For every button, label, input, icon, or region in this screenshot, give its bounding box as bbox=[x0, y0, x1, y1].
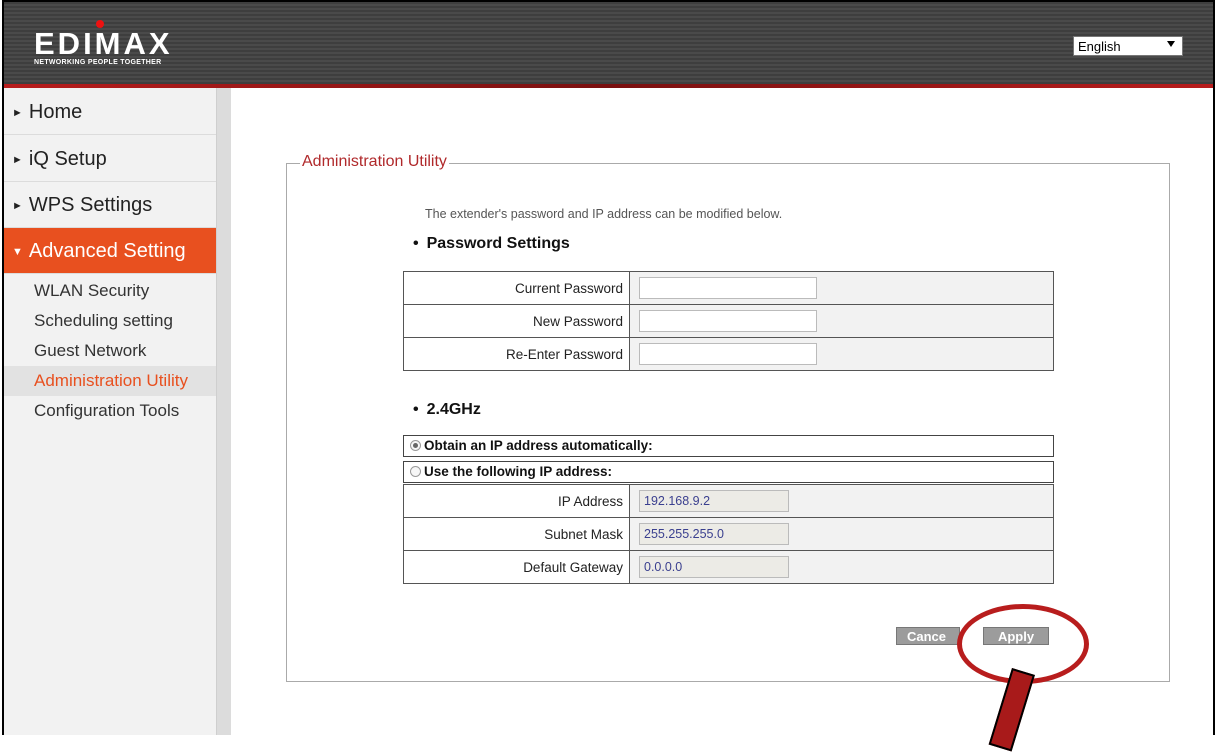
sidebar-item-iq-setup[interactable]: ► iQ Setup bbox=[4, 136, 216, 182]
sidebar-item-label: WPS Settings bbox=[28, 194, 153, 216]
table-row: Re-Enter Password bbox=[403, 337, 1054, 371]
ip-address-input[interactable]: 192.168.9.2 bbox=[639, 490, 789, 512]
table-row: IP Address 192.168.9.2 bbox=[403, 484, 1054, 518]
radio-unchecked-icon[interactable] bbox=[410, 466, 421, 477]
obtain-ip-auto-option[interactable]: Obtain an IP address automatically: bbox=[403, 435, 1054, 457]
table-row: New Password bbox=[403, 304, 1054, 338]
new-password-cell bbox=[629, 304, 1054, 338]
cancel-button[interactable]: Cance bbox=[896, 627, 960, 645]
ip-table: IP Address 192.168.9.2 Subnet Mask 255.2… bbox=[403, 484, 1054, 584]
sidebar-item-label: Home bbox=[28, 101, 83, 123]
triangle-down-icon: ▼ bbox=[12, 246, 23, 258]
sidebar-subitem-scheduling[interactable]: Scheduling setting bbox=[4, 306, 216, 336]
subnet-mask-input[interactable]: 255.255.255.0 bbox=[639, 523, 789, 545]
default-gateway-cell: 0.0.0.0 bbox=[629, 550, 1054, 584]
sidebar-subitem-label: Configuration Tools bbox=[34, 401, 180, 420]
sidebar-item-label: iQ Setup bbox=[28, 148, 107, 170]
default-gateway-input[interactable]: 0.0.0.0 bbox=[639, 556, 789, 578]
sidebar-subitem-administration-utility[interactable]: Administration Utility bbox=[4, 366, 216, 396]
ip-address-label: IP Address bbox=[403, 484, 630, 518]
logo-wordmark: EDIMAX bbox=[34, 26, 173, 61]
sidebar-subitem-label: Guest Network bbox=[34, 341, 147, 360]
current-password-cell bbox=[629, 271, 1054, 305]
table-row: Default Gateway 0.0.0.0 bbox=[403, 550, 1054, 584]
ip-section-title: • 2.4GHz bbox=[413, 401, 481, 419]
default-gateway-label: Default Gateway bbox=[403, 550, 630, 584]
ip-address-cell: 192.168.9.2 bbox=[629, 484, 1054, 518]
password-section-title: • Password Settings bbox=[413, 235, 570, 253]
sidebar-subitem-label: WLAN Security bbox=[34, 281, 150, 300]
ip-section-label: 2.4GHz bbox=[426, 401, 481, 418]
sidebar-subitem-label: Scheduling setting bbox=[34, 311, 173, 330]
header-bar: EDIMAX NETWORKING PEOPLE TOGETHER bbox=[4, 2, 1213, 86]
sidebar-subitem-label: Administration Utility bbox=[34, 371, 188, 390]
reenter-password-cell bbox=[629, 337, 1054, 371]
triangle-right-icon: ► bbox=[12, 200, 23, 212]
panel-legend: Administration Utility bbox=[300, 153, 449, 171]
sidebar-subitem-configuration-tools[interactable]: Configuration Tools bbox=[4, 396, 216, 426]
sidebar-subitem-wlan-security[interactable]: WLAN Security bbox=[4, 276, 216, 306]
reenter-password-input[interactable] bbox=[639, 343, 817, 365]
reenter-password-label: Re-Enter Password bbox=[403, 337, 630, 371]
chevron-down-icon bbox=[1167, 41, 1175, 47]
panel-description: The extender's password and IP address c… bbox=[425, 207, 783, 221]
edimax-logo: EDIMAX NETWORKING PEOPLE TOGETHER bbox=[34, 20, 173, 66]
table-row: Current Password bbox=[403, 271, 1054, 305]
triangle-right-icon: ► bbox=[12, 154, 23, 166]
new-password-input[interactable] bbox=[639, 310, 817, 332]
bullet-icon: • bbox=[413, 235, 419, 252]
radio-checked-icon[interactable] bbox=[410, 440, 421, 451]
password-section-label: Password Settings bbox=[426, 235, 570, 252]
language-select-value: English bbox=[1078, 39, 1121, 54]
current-password-label: Current Password bbox=[403, 271, 630, 305]
subnet-mask-cell: 255.255.255.0 bbox=[629, 517, 1054, 551]
bullet-icon: • bbox=[413, 401, 419, 418]
obtain-ip-auto-label: Obtain an IP address automatically: bbox=[424, 438, 653, 453]
sidebar-item-wps-settings[interactable]: ► WPS Settings bbox=[4, 182, 216, 228]
sidebar-scrollbar[interactable] bbox=[216, 88, 231, 735]
sidebar-item-advanced-setting[interactable]: ▼ Advanced Setting bbox=[4, 228, 216, 274]
use-static-ip-label: Use the following IP address: bbox=[424, 464, 613, 479]
subnet-mask-label: Subnet Mask bbox=[403, 517, 630, 551]
new-password-label: New Password bbox=[403, 304, 630, 338]
triangle-right-icon: ► bbox=[12, 107, 23, 119]
current-password-input[interactable] bbox=[639, 277, 817, 299]
use-static-ip-option[interactable]: Use the following IP address: bbox=[403, 461, 1054, 483]
password-table: Current Password New Password Re-Enter P… bbox=[403, 271, 1054, 371]
logo-tagline: NETWORKING PEOPLE TOGETHER bbox=[34, 59, 162, 66]
table-row: Subnet Mask 255.255.255.0 bbox=[403, 517, 1054, 551]
sidebar-subitem-guest-network[interactable]: Guest Network bbox=[4, 336, 216, 366]
logo-dot bbox=[96, 20, 104, 28]
sidebar-item-home[interactable]: ► Home bbox=[4, 89, 216, 135]
sidebar-item-label: Advanced Setting bbox=[28, 240, 186, 262]
language-select[interactable]: English bbox=[1073, 36, 1183, 56]
